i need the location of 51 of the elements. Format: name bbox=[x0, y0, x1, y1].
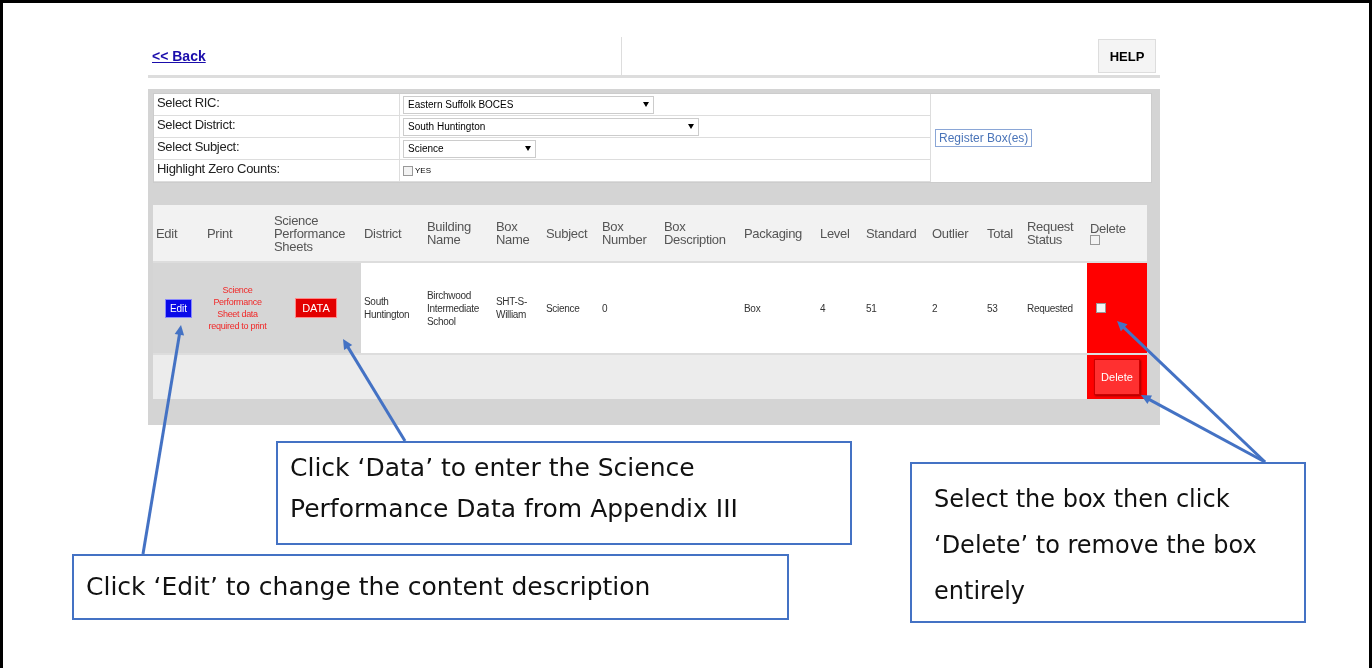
register-button[interactable]: Register Box(es) bbox=[935, 129, 1033, 147]
dropdown-field[interactable]: Science bbox=[403, 139, 536, 158]
column-header: Science Performance Sheets bbox=[274, 213, 347, 253]
column-header: Edit bbox=[156, 226, 178, 240]
help-button[interactable]: HELP bbox=[1098, 39, 1156, 73]
checkbox-label: YES bbox=[415, 166, 431, 175]
checkbox[interactable] bbox=[1096, 303, 1106, 313]
callout: Click ‘Edit’ to change the content description bbox=[72, 554, 789, 620]
caret-icon bbox=[643, 102, 649, 107]
table-cell: Science bbox=[546, 301, 580, 315]
column-header: Standard bbox=[866, 226, 917, 240]
table-cell: Box bbox=[744, 301, 761, 315]
callout: Select the box then click ‘Delete’ to remove the box entirely bbox=[910, 462, 1306, 623]
column-header: Delete bbox=[1090, 221, 1126, 235]
column-header: Packaging bbox=[744, 226, 802, 240]
column-header: Level bbox=[820, 226, 850, 240]
table-cell: 51 bbox=[866, 301, 877, 315]
print-note: Science Performance Sheet data required to print bbox=[207, 284, 268, 332]
column-header: Box Name bbox=[496, 220, 531, 246]
column-header: Print bbox=[207, 226, 233, 240]
dropdown-field[interactable]: South Huntington bbox=[403, 117, 699, 136]
table-cell: Requested bbox=[1027, 301, 1073, 315]
delete-button[interactable]: Delete bbox=[1094, 359, 1140, 395]
column-header: Total bbox=[987, 226, 1013, 240]
callout: Click ‘Data’ to enter the Science Performance Data from Appendix III bbox=[276, 441, 852, 545]
table-cell-text: Birchwood Intermediate School bbox=[427, 288, 480, 328]
field-label: Select District: bbox=[154, 116, 400, 138]
field-label: Select RIC: bbox=[154, 94, 400, 116]
column-header: Building Name bbox=[427, 220, 472, 246]
column-header: Outlier bbox=[932, 226, 969, 240]
checkbox[interactable] bbox=[1090, 234, 1100, 245]
column-header: Box Description bbox=[664, 220, 727, 246]
caret-icon bbox=[688, 124, 694, 129]
table-cell: 2 bbox=[932, 301, 938, 315]
table-cell: 4 bbox=[820, 301, 826, 315]
table-cell: 0 bbox=[602, 301, 608, 315]
caret-icon bbox=[525, 146, 531, 151]
column-header: Subject bbox=[546, 226, 588, 240]
field-label: Highlight Zero Counts: bbox=[154, 160, 400, 182]
table-cell-text: South Huntington bbox=[364, 295, 411, 321]
column-header: Box Number bbox=[602, 220, 648, 246]
column-header: Request Status bbox=[1027, 220, 1075, 246]
field-label: Select Subject: bbox=[154, 138, 400, 160]
checkbox[interactable] bbox=[403, 165, 413, 176]
column-header: District bbox=[364, 226, 402, 240]
dropdown-field[interactable]: Eastern Suffolk BOCES bbox=[403, 95, 654, 114]
edit-button[interactable]: Edit bbox=[164, 298, 193, 318]
table-cell: 53 bbox=[987, 301, 998, 315]
table-cell-text: SHT-S-William bbox=[496, 295, 528, 321]
back-link[interactable]: << Back bbox=[152, 48, 206, 64]
data-button[interactable]: DATA bbox=[295, 298, 337, 318]
